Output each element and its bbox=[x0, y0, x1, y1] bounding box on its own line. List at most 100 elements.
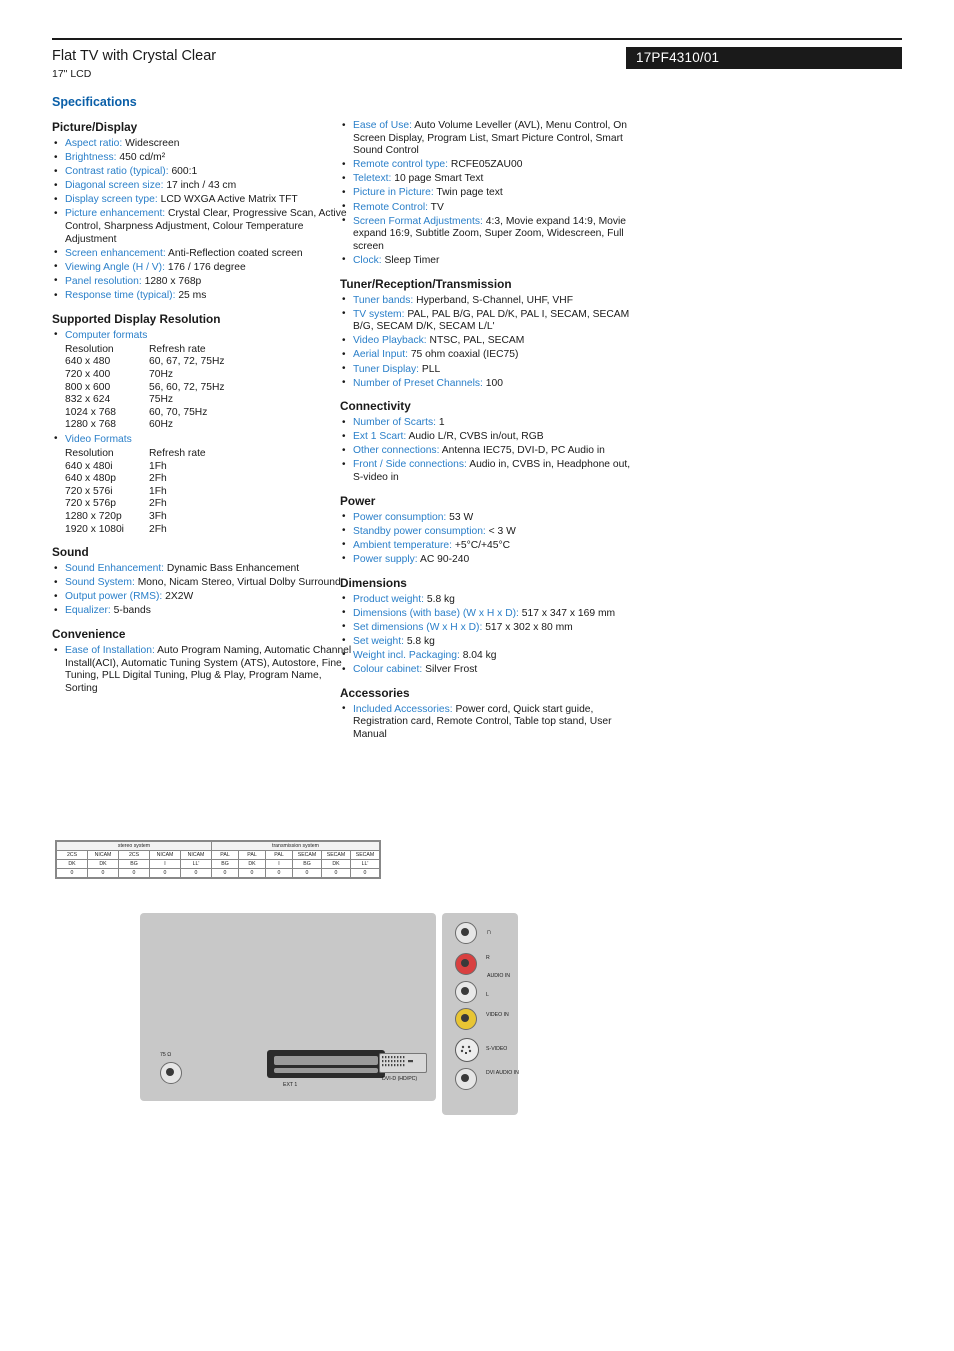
convenience-list: Ease of Installation: Auto Program Namin… bbox=[52, 644, 352, 695]
table-row: 640 x 480i 1Fh bbox=[65, 460, 167, 472]
audio-in-right-label: R bbox=[486, 955, 490, 961]
connectivity-list: Number of Scarts: 1 Ext 1 Scart: Audio L… bbox=[340, 417, 640, 484]
group-header-transmission: transmission system bbox=[211, 841, 380, 851]
list-item: Aerial Input: 75 ohm coaxial (IEC75) bbox=[340, 349, 640, 362]
antenna-label: 75 Ω bbox=[160, 1052, 172, 1058]
audio-in-left-label: L bbox=[486, 992, 489, 998]
audio-in-right-center bbox=[461, 959, 469, 967]
list-item: Set weight: 5.8 kg bbox=[340, 635, 640, 649]
table-header-row: Resolution Refresh rate bbox=[65, 447, 206, 459]
list-item: TV system: PAL, PAL B/G, PAL D/K, PAL I,… bbox=[340, 308, 640, 334]
list-item: Picture enhancement: Crystal Clear, Prog… bbox=[52, 208, 352, 246]
section-heading: Power bbox=[340, 493, 376, 508]
table-row: 832 x 624 75Hz bbox=[65, 394, 174, 406]
list-item: Ease of Use: Auto Volume Leveller (AVL),… bbox=[340, 120, 640, 158]
section-power: Power Power consumption: 53 W Standby po… bbox=[340, 494, 640, 567]
list-item: Set dimensions (W x H x D): 517 x 302 x … bbox=[340, 621, 640, 635]
page-subtitle: 17" LCD bbox=[52, 68, 92, 80]
list-item: Weight incl. Packaging: 8.04 kg bbox=[340, 649, 640, 663]
computer-formats-table: Resolution Refresh rate 640 x 480 60, 67, … bbox=[65, 344, 352, 432]
table-row: 720 x 400 70Hz bbox=[65, 368, 174, 380]
table-row: 2CS NICAM 2CS NICAM NICAM PAL PAL PAL SE… bbox=[56, 850, 380, 860]
table-row: 1024 x 768 60, 70, 75Hz bbox=[65, 406, 208, 418]
picture-display-list: Aspect ratio: Widescreen Brightness: 450… bbox=[52, 138, 352, 303]
section-heading: Accessories bbox=[340, 685, 410, 700]
list-item: Power consumption: 53 W bbox=[340, 511, 640, 525]
dimensions-list: Product weight: 5.8 kg Dimensions (with … bbox=[340, 593, 640, 677]
section-convenience: Convenience Ease of Installation: Auto P… bbox=[52, 627, 352, 695]
list-item: Brightness: 450 cd/m² bbox=[52, 152, 352, 165]
list-item: Picture in Picture: Twin page text bbox=[340, 187, 640, 200]
scart-pins-top bbox=[274, 1056, 378, 1065]
video-in-center bbox=[461, 1014, 469, 1022]
table-row: 720 x 576p 2Fh bbox=[65, 498, 167, 510]
header-rule bbox=[52, 38, 902, 40]
list-item: Output power (RMS): 2X2W bbox=[52, 591, 352, 604]
section-tuner: Tuner/Reception/Transmission Tuner bands… bbox=[340, 277, 640, 391]
table-row: 1280 x 720p 3Fh bbox=[65, 510, 167, 522]
sound-list: Sound Enhancement: Dynamic Bass Enhancem… bbox=[52, 563, 352, 618]
list-item: Video Playback: NTSC, PAL, SECAM bbox=[340, 335, 640, 348]
list-item: Aspect ratio: Widescreen bbox=[52, 138, 352, 151]
list-item: Remote Control: TV bbox=[340, 201, 640, 215]
list-item: Teletext: 10 page Smart Text bbox=[340, 173, 640, 186]
tuner-list: Tuner bands: Hyperband, S-Channel, UHF, … bbox=[340, 294, 640, 391]
list-item: Ext 1 Scart: Audio L/R, CVBS in/out, RGB bbox=[340, 431, 640, 444]
list-item: Sound System: Mono, Nicam Stereo, Virtua… bbox=[52, 577, 352, 590]
list-item: Dimensions (with base) (W x H x D): 517 … bbox=[340, 607, 640, 621]
table-row: 1920 x 1080i 2Fh bbox=[65, 523, 167, 535]
list-item: Power supply: AC 90-240 bbox=[340, 553, 640, 567]
list-item: Standby power consumption: < 3 W bbox=[340, 525, 640, 539]
table-row: DK DK BG I LL' BG DK I BG DK LL' bbox=[56, 859, 380, 869]
accessories-list: Included Accessories: Power cord, Quick … bbox=[340, 703, 640, 742]
list-item: Product weight: 5.8 kg bbox=[340, 593, 640, 607]
list-item: Ambient temperature: +5°C/+45°C bbox=[340, 539, 640, 553]
convenience-continued-list: Ease of Use: Auto Volume Leveller (AVL),… bbox=[340, 120, 640, 268]
section-heading: Tuner/Reception/Transmission bbox=[340, 276, 512, 291]
list-item: Ease of Installation: Auto Program Namin… bbox=[52, 644, 352, 695]
headphone-icon: ∩ bbox=[486, 927, 492, 936]
list-item: Computer formats bbox=[52, 329, 352, 343]
headphone-jack-center bbox=[461, 928, 469, 936]
list-item: Remote control type: RCFE05ZAU00 bbox=[340, 159, 640, 172]
right-column: Ease of Use: Auto Volume Leveller (AVL),… bbox=[340, 120, 640, 750]
model-badge: 17PF4310/01 bbox=[626, 47, 902, 69]
section-heading: Picture/Display bbox=[52, 120, 138, 134]
list-item: Front / Side connections: Audio in, CVBS… bbox=[340, 459, 640, 484]
page-title: Flat TV with Crystal Clear bbox=[52, 48, 217, 64]
dvi-label: DVI-D (HD/PC) bbox=[382, 1076, 418, 1082]
list-item: Clock: Sleep Timer bbox=[340, 254, 640, 268]
svideo-pins-icon bbox=[460, 1045, 472, 1054]
specifications-heading: Specifications bbox=[52, 95, 137, 109]
list-item: Video Formats bbox=[52, 433, 352, 447]
left-column: Picture/Display Aspect ratio: Widescreen… bbox=[52, 120, 352, 704]
list-item: Screen enhancement: Anti-Reflection coat… bbox=[52, 247, 352, 261]
list-item: Diagonal screen size: 17 inch / 43 cm bbox=[52, 180, 352, 193]
list-item: Viewing Angle (H / V): 176 / 176 degree bbox=[52, 261, 352, 275]
section-heading: Connectivity bbox=[340, 399, 411, 414]
section-picture-display: Picture/Display Aspect ratio: Widescreen… bbox=[52, 120, 352, 303]
power-list: Power consumption: 53 W Standby power co… bbox=[340, 511, 640, 567]
datasheet-page: Flat TV with Crystal Clear 17" LCD 17PF4… bbox=[0, 0, 954, 1351]
model-number: 17PF4310/01 bbox=[636, 50, 720, 65]
antenna-pin bbox=[166, 1068, 174, 1076]
dvi-pins-icon bbox=[382, 1056, 413, 1067]
section-accessories: Accessories Included Accessories: Power … bbox=[340, 686, 640, 742]
section-heading: Convenience bbox=[52, 627, 126, 641]
table-row: 1280 x 768 60Hz bbox=[65, 419, 174, 431]
table-row: 720 x 576i 1Fh bbox=[65, 485, 167, 497]
list-item: Sound Enhancement: Dynamic Bass Enhancem… bbox=[52, 563, 352, 576]
table-row: 640 x 480p 2Fh bbox=[65, 473, 167, 485]
list-item: Response time (typical): 25 ms bbox=[52, 290, 352, 303]
table-row: 0 0 0 0 0 0 0 0 0 0 0 bbox=[56, 868, 380, 878]
section-convenience-continued: Ease of Use: Auto Volume Leveller (AVL),… bbox=[340, 120, 640, 268]
list-item: Included Accessories: Power cord, Quick … bbox=[340, 703, 640, 742]
list-item: Panel resolution: 1280 x 768p bbox=[52, 275, 352, 289]
video-formats-table: Resolution Refresh rate 640 x 480i 1Fh 640… bbox=[65, 448, 352, 536]
section-supported-resolution: Supported Display Resolution Computer fo… bbox=[52, 312, 352, 537]
table-row: 640 x 480 60, 67, 72, 75Hz bbox=[65, 356, 225, 368]
section-heading: Supported Display Resolution bbox=[52, 311, 221, 326]
table-header-row: Resolution Refresh rate bbox=[65, 343, 206, 355]
video-formats-list: Video Formats bbox=[52, 433, 352, 447]
table-row: stereo system transmission system bbox=[56, 841, 380, 851]
